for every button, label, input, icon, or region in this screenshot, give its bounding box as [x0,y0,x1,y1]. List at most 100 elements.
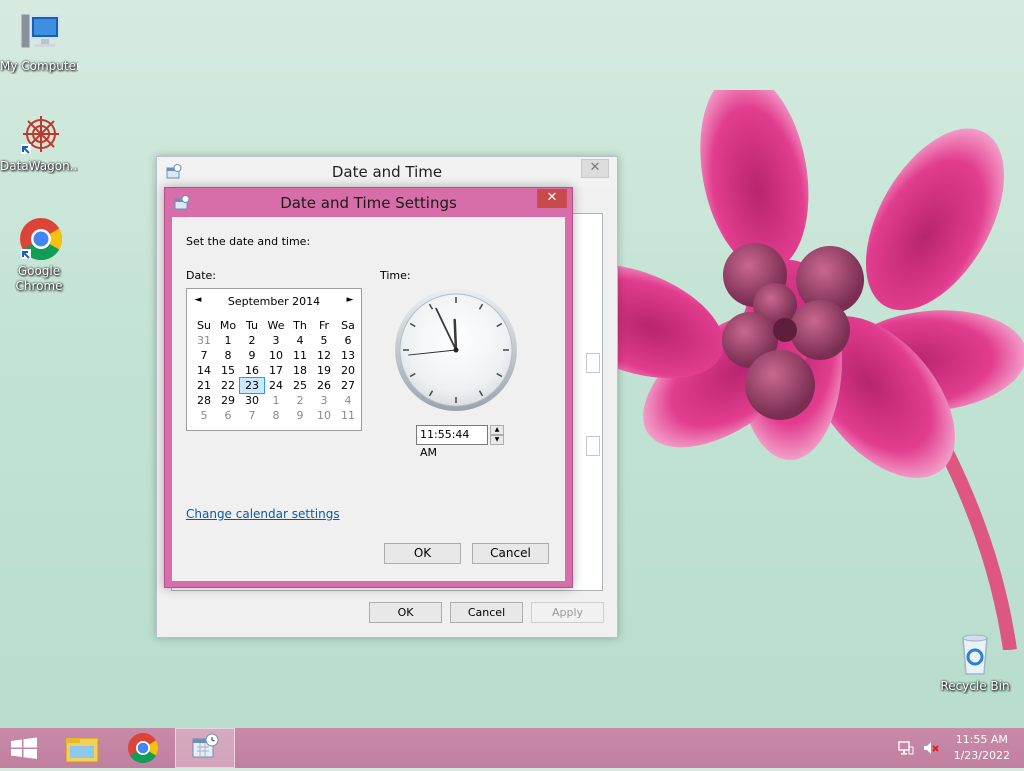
time-spinner: ▲ ▼ [490,425,504,445]
calendar-day[interactable]: 9 [288,408,312,423]
calendar-day[interactable]: 28 [192,393,216,408]
desktop-icon-my-computer[interactable]: My Computer [0,10,78,74]
calendar-day[interactable]: 26 [312,378,336,393]
title-bar[interactable]: Date and Time Settings ✕ [165,188,572,217]
change-calendar-settings-link[interactable]: Change calendar settings [186,507,340,521]
network-icon[interactable] [898,740,914,756]
calendar-day[interactable]: 13 [336,348,360,363]
window-title: Date and Time [331,163,443,181]
instruction-text: Set the date and time: [186,235,311,248]
tray-clock[interactable]: 11:55 AM 1/23/2022 [954,732,1010,764]
calendar-day[interactable]: 20 [336,363,360,378]
chrome-icon [128,733,159,764]
wallpaper-flower [600,90,1024,650]
calendar-day[interactable]: 18 [288,363,312,378]
computer-icon [15,10,63,58]
weekday-header: Su [197,319,211,332]
calendar-day[interactable]: 2 [240,333,264,348]
close-button[interactable]: ✕ [537,189,567,208]
desktop-icon-recycle-bin[interactable]: Recycle Bin [936,630,1014,694]
calendar-day[interactable]: 11 [288,348,312,363]
date-label: Date: [186,269,216,282]
calendar-day[interactable]: 9 [240,348,264,363]
calendar-day[interactable]: 21 [192,378,216,393]
calendar-day[interactable]: 15 [216,363,240,378]
weekday-header: We [267,319,285,332]
calendar-week: 7 8 9 10 11 12 13 [192,348,360,363]
calendar-day[interactable]: 3 [264,333,288,348]
calendar-day-selected[interactable]: 23 [239,377,265,394]
calendar-month[interactable]: September 2014 [187,295,361,308]
calendar-grid: Su Mo Tu We Th Fr Sa 31 1 2 3 4 5 6 7 8 9 10 11 12 13 14 15 16… [192,318,360,423]
date-time-app-icon [192,733,219,758]
calendar-day[interactable]: 6 [216,408,240,423]
datawagon-icon [15,110,63,158]
calendar-day[interactable]: 7 [192,348,216,363]
date-time-settings-dialog: Date and Time Settings ✕ Set the date an… [164,187,573,588]
spin-down-button[interactable]: ▼ [490,435,504,445]
volume-muted-icon[interactable] [922,740,940,756]
calendar-day[interactable]: 14 [192,363,216,378]
calendar-day[interactable]: 24 [264,378,288,393]
weekday-header: Mo [219,319,237,332]
calendar-day[interactable]: 8 [216,348,240,363]
next-month-button[interactable]: ► [343,295,357,305]
calendar: ◄ September 2014 ► Su Mo Tu We Th Fr Sa 31 1 2 3 4… [186,288,362,431]
calendar-day[interactable]: 2 [288,393,312,408]
apply-button[interactable]: Apply [531,602,604,623]
date-time-taskbar-button[interactable] [175,728,235,768]
tray-date: 1/23/2022 [953,749,1010,762]
calendar-day[interactable]: 4 [288,333,312,348]
file-explorer-button[interactable] [52,728,112,768]
calendar-day[interactable]: 5 [312,333,336,348]
cancel-button[interactable]: Cancel [472,543,549,564]
hidden-field [586,436,600,456]
chrome-taskbar-button[interactable] [113,728,173,768]
calendar-day[interactable]: 12 [312,348,336,363]
title-bar[interactable]: Date and Time ✕ [157,157,617,187]
ok-button[interactable]: OK [384,543,461,564]
cancel-button[interactable]: Cancel [450,602,523,623]
calendar-day[interactable]: 16 [240,363,264,378]
calendar-day[interactable]: 6 [336,333,360,348]
desktop-icon-datawagon[interactable]: DataWagon... [0,110,78,174]
file-explorer-icon [65,737,99,763]
calendar-day[interactable]: 29 [216,393,240,408]
calendar-day[interactable]: 30 [240,393,264,408]
calendar-day[interactable]: 7 [240,408,264,423]
start-button[interactable] [0,728,60,768]
calendar-day[interactable]: 11 [336,408,360,423]
calendar-day[interactable]: 4 [336,393,360,408]
weekday-header: Tu [245,319,259,332]
desktop-icon-label: Recycle Bin [940,679,1010,693]
time-label: Time: [380,269,411,282]
time-input[interactable]: 11:55:44 AM [416,425,488,459]
spin-up-button[interactable]: ▲ [490,425,504,435]
calendar-day[interactable]: 10 [312,408,336,423]
chrome-icon [15,215,63,263]
desktop-icon-label: DataWagon... [0,159,78,173]
calendar-day[interactable]: 25 [288,378,312,393]
calendar-week: 14 15 16 17 18 19 20 [192,363,360,378]
calendar-day[interactable]: 17 [264,363,288,378]
calendar-day[interactable]: 1 [264,393,288,408]
calendar-header: ◄ September 2014 ► [187,295,361,311]
ok-button[interactable]: OK [369,602,442,623]
weekday-header: Sa [341,319,355,332]
close-button[interactable]: ✕ [581,159,609,178]
calendar-day[interactable]: 10 [264,348,288,363]
calendar-day[interactable]: 5 [192,408,216,423]
calendar-day[interactable]: 1 [216,333,240,348]
desktop-icon-google-chrome[interactable]: Google Chrome [0,215,78,294]
calendar-day[interactable]: 19 [312,363,336,378]
weekday-header: Th [293,319,307,332]
calendar-day[interactable]: 3 [312,393,336,408]
calendar-day[interactable]: 27 [336,378,360,393]
calendar-day[interactable]: 22 [216,378,240,393]
weekday-header: Fr [318,319,330,332]
hidden-field [586,353,600,373]
desktop-icon-label: My Computer [0,59,78,73]
calendar-day[interactable]: 31 [192,333,216,348]
calendar-day[interactable]: 8 [264,408,288,423]
analog-clock [395,289,517,411]
